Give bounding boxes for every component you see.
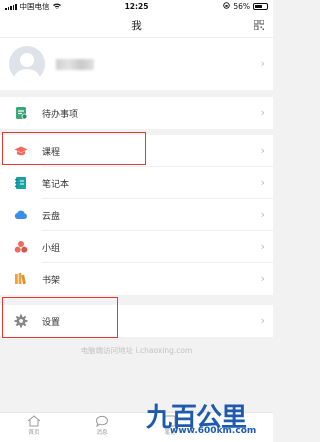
tab-label: 消息 — [96, 430, 108, 436]
screen: 中国电信 12:25 56% 我 › 待办事项 › 课程 › 笔记本 › 云盘 … — [0, 0, 273, 442]
notebook-icon — [15, 177, 26, 189]
menu-item-label: 小组 — [42, 244, 61, 254]
avatar[interactable] — [9, 46, 45, 82]
menu-item-bookshelf[interactable]: 书架 › — [0, 263, 273, 295]
menu-item-group[interactable]: 小组 › — [0, 231, 273, 263]
profile-card[interactable]: › — [0, 37, 273, 90]
chevron-right-icon: › — [260, 272, 265, 285]
battery-percent: 56% — [233, 2, 250, 11]
chevron-right-icon: › — [260, 240, 265, 253]
signal-icon — [5, 3, 17, 10]
gear-icon — [14, 314, 28, 328]
lock-rotation-icon — [223, 2, 231, 11]
tab-message[interactable]: 消息 — [82, 415, 122, 436]
web-access-hint: 电脑端访问地址 i.chaoxing.com — [80, 346, 193, 355]
menu-item-todo[interactable]: 待办事项 › — [0, 97, 273, 129]
carrier-label: 中国电信 — [19, 2, 50, 11]
group-icon — [14, 241, 28, 253]
menu-item-notebook[interactable]: 笔记本 › — [0, 167, 273, 199]
watermark: 九百公里 www.600km.com — [146, 397, 273, 442]
chevron-right-icon: › — [260, 144, 265, 157]
battery-icon — [253, 3, 268, 10]
qr-code-icon[interactable] — [254, 20, 264, 30]
home-icon — [27, 415, 41, 427]
menu-item-label: 设置 — [42, 318, 61, 328]
status-bar: 中国电信 12:25 56% — [0, 0, 273, 13]
todo-icon — [16, 107, 28, 120]
chevron-right-icon: › — [260, 208, 265, 221]
menu-item-label: 课程 — [42, 148, 61, 158]
message-icon — [96, 415, 108, 427]
tab-home[interactable]: 首页 — [14, 415, 54, 436]
menu-item-cloud[interactable]: 云盘 › — [0, 199, 273, 231]
watermark-url: www.600km.com — [170, 426, 257, 436]
menu-item-label: 笔记本 — [42, 180, 70, 190]
menu-item-label: 书架 — [42, 276, 61, 286]
graduation-cap-icon — [14, 146, 28, 156]
chevron-right-icon: › — [260, 314, 265, 327]
menu-item-label: 待办事项 — [42, 110, 79, 120]
tab-label: 首页 — [28, 430, 40, 436]
menu-item-settings[interactable]: 设置 › — [0, 305, 273, 337]
cloud-icon — [14, 210, 27, 219]
page-title: 我 — [131, 19, 142, 32]
username-blurred — [56, 59, 94, 70]
menu-item-course[interactable]: 课程 › — [0, 135, 273, 167]
bookshelf-icon — [15, 273, 26, 285]
chevron-right-icon: › — [260, 106, 265, 119]
chevron-right-icon: › — [260, 57, 265, 70]
chevron-right-icon: › — [260, 176, 265, 189]
nav-bar: 我 — [0, 13, 273, 37]
menu-item-label: 云盘 — [42, 212, 61, 222]
wifi-icon — [52, 3, 61, 11]
